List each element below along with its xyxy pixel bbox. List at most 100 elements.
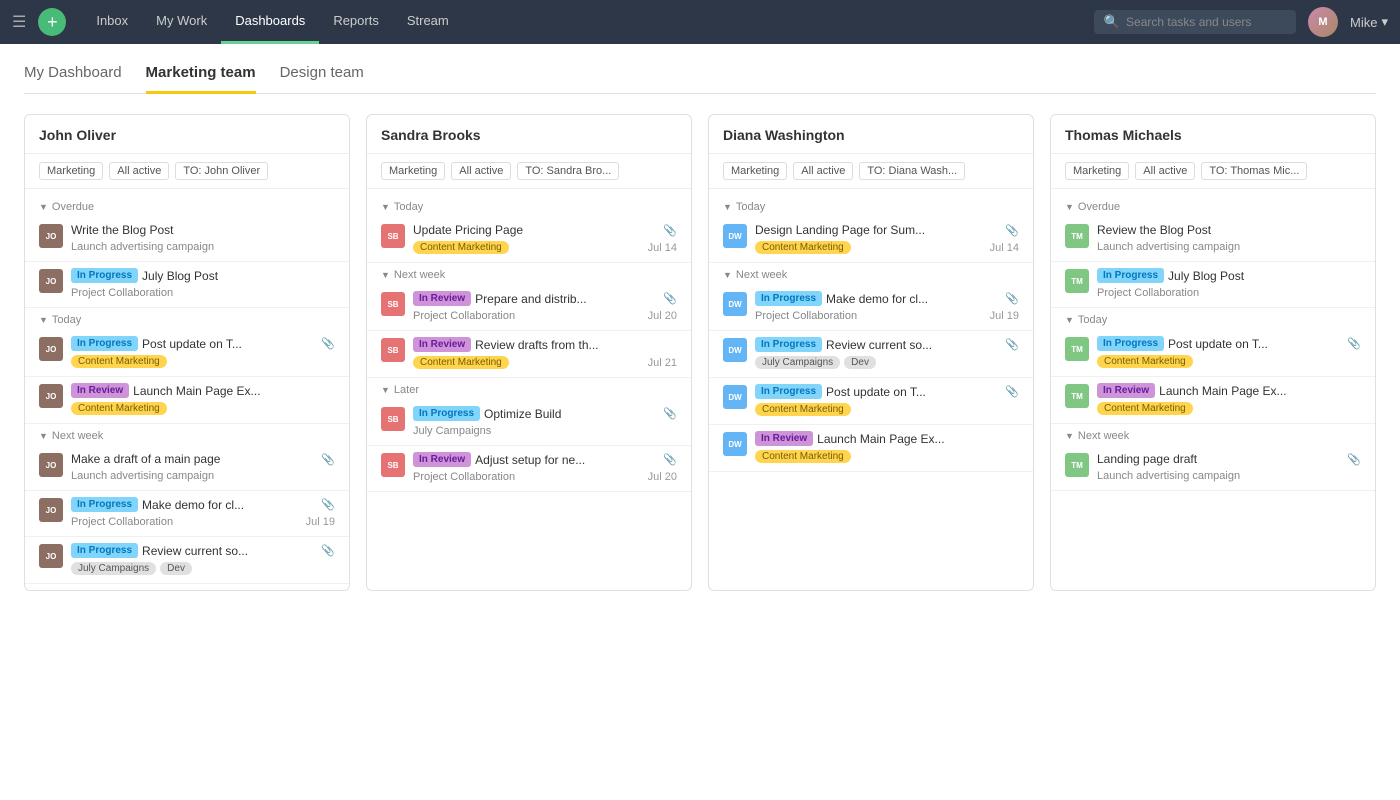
task-pin-icon[interactable]: 📎 [1005, 224, 1019, 237]
task-tags: July CampaignsDev [71, 562, 335, 575]
task-pin-icon[interactable]: 📎 [663, 292, 677, 305]
task-tags: Content Marketing [1097, 402, 1361, 415]
task-item[interactable]: SBIn ProgressOptimize Build📎July Campaig… [367, 400, 691, 446]
section-label[interactable]: ▼ Today [367, 195, 691, 217]
col-filter-tag[interactable]: TO: Diana Wash... [859, 162, 965, 180]
task-pin-icon[interactable]: 📎 [663, 224, 677, 237]
task-content: In ReviewLaunch Main Page Ex...Content M… [71, 383, 335, 415]
col-filter-tag[interactable]: All active [1135, 162, 1195, 180]
task-pin-icon[interactable]: 📎 [1347, 453, 1361, 466]
task-item[interactable]: JOWrite the Blog PostLaunch advertising … [25, 217, 349, 262]
task-badge: In Progress [413, 406, 480, 421]
task-item[interactable]: DWDesign Landing Page for Sum...📎Content… [709, 217, 1033, 263]
col-body-sandra: ▼ TodaySBUpdate Pricing Page📎Content Mar… [367, 189, 691, 498]
section-label[interactable]: ▼ Today [25, 308, 349, 330]
col-filter-tag[interactable]: Marketing [381, 162, 445, 180]
hamburger-icon[interactable]: ☰ [12, 12, 26, 32]
task-avatar: SB [381, 338, 405, 362]
task-pin-icon[interactable]: 📎 [321, 453, 335, 466]
col-filter-tag[interactable]: Marketing [723, 162, 787, 180]
task-tags: Launch advertising campaign [1097, 470, 1361, 482]
avatar[interactable]: M [1308, 7, 1338, 37]
col-filter-tag[interactable]: TO: John Oliver [175, 162, 268, 180]
task-subtag: Project Collaboration [1097, 287, 1199, 299]
task-pin-icon[interactable]: 📎 [321, 498, 335, 511]
section-label[interactable]: ▼ Overdue [25, 195, 349, 217]
nav-dashboards[interactable]: Dashboards [221, 0, 319, 44]
task-content: In ProgressMake demo for cl...📎Project C… [71, 497, 335, 528]
col-filters-thomas: Marketing All active TO: Thomas Mic... [1051, 154, 1375, 189]
section-label[interactable]: ▼ Next week [25, 424, 349, 446]
task-badge: In Progress [1097, 268, 1164, 283]
task-avatar: DW [723, 385, 747, 409]
task-content: In ProgressJuly Blog PostProject Collabo… [71, 268, 335, 299]
task-pin-icon[interactable]: 📎 [1005, 338, 1019, 351]
task-item[interactable]: DWIn ProgressMake demo for cl...📎Project… [709, 285, 1033, 331]
task-title: Launch Main Page Ex... [133, 384, 260, 398]
tab-marketing-team[interactable]: Marketing team [146, 64, 256, 94]
task-avatar: SB [381, 292, 405, 316]
task-pin-icon[interactable]: 📎 [1347, 337, 1361, 350]
task-item[interactable]: TMIn ReviewLaunch Main Page Ex...Content… [1051, 377, 1375, 424]
task-avatar: JO [39, 498, 63, 522]
col-filter-tag[interactable]: TO: Sandra Bro... [517, 162, 619, 180]
task-item[interactable]: DWIn ReviewLaunch Main Page Ex...Content… [709, 425, 1033, 472]
col-filter-tag[interactable]: All active [793, 162, 853, 180]
task-title: Launch Main Page Ex... [817, 432, 944, 446]
tab-my-dashboard[interactable]: My Dashboard [24, 64, 122, 94]
section-label[interactable]: ▼ Today [1051, 308, 1375, 330]
section-label[interactable]: ▼ Overdue [1051, 195, 1375, 217]
col-filter-tag[interactable]: All active [451, 162, 511, 180]
task-item[interactable]: JOIn ProgressPost update on T...📎Content… [25, 330, 349, 377]
col-filter-tag[interactable]: Marketing [1065, 162, 1129, 180]
task-badge: In Review [413, 291, 471, 306]
col-filter-tag[interactable]: All active [109, 162, 169, 180]
task-item[interactable]: DWIn ProgressReview current so...📎July C… [709, 331, 1033, 378]
task-item[interactable]: SBIn ReviewAdjust setup for ne...📎Projec… [367, 446, 691, 492]
task-subtag: Project Collaboration [755, 310, 857, 322]
task-item[interactable]: TMIn ProgressJuly Blog PostProject Colla… [1051, 262, 1375, 308]
nav-mywork[interactable]: My Work [142, 0, 221, 44]
task-item[interactable]: TMIn ProgressPost update on T...📎Content… [1051, 330, 1375, 377]
tab-design-team[interactable]: Design team [280, 64, 364, 94]
task-avatar: SB [381, 407, 405, 431]
task-item[interactable]: JOMake a draft of a main page📎Launch adv… [25, 446, 349, 491]
col-filter-tag[interactable]: Marketing [39, 162, 103, 180]
task-item[interactable]: TMReview the Blog PostLaunch advertising… [1051, 217, 1375, 262]
nav-inbox[interactable]: Inbox [82, 0, 142, 44]
user-menu[interactable]: Mike ▾ [1350, 14, 1388, 30]
task-item[interactable]: JO In ProgressMake demo for cl...📎Project… [25, 491, 349, 537]
task-item[interactable]: JOIn ReviewLaunch Main Page Ex...Content… [25, 377, 349, 424]
task-title: Make a draft of a main page [71, 452, 220, 466]
task-avatar: JO [39, 453, 63, 477]
section-label[interactable]: ▼ Later [367, 378, 691, 400]
search-icon: 🔍 [1104, 14, 1120, 30]
col-filter-tag[interactable]: TO: Thomas Mic... [1201, 162, 1307, 180]
nav-stream[interactable]: Stream [393, 0, 463, 44]
task-pin-icon[interactable]: 📎 [1005, 385, 1019, 398]
search-input[interactable] [1126, 15, 1286, 29]
task-item[interactable]: SBUpdate Pricing Page📎Content MarketingJ… [367, 217, 691, 263]
task-item[interactable]: SBIn ReviewPrepare and distrib...📎Projec… [367, 285, 691, 331]
task-pin-icon[interactable]: 📎 [663, 407, 677, 420]
section-label[interactable]: ▼ Next week [367, 263, 691, 285]
section-label[interactable]: ▼ Next week [1051, 424, 1375, 446]
task-badge: In Review [71, 383, 129, 398]
task-item[interactable]: DWIn ProgressPost update on T...📎Content… [709, 378, 1033, 425]
task-pin-icon[interactable]: 📎 [663, 453, 677, 466]
task-pin-icon[interactable]: 📎 [321, 337, 335, 350]
task-item[interactable]: TMLanding page draft📎Launch advertising … [1051, 446, 1375, 491]
section-label[interactable]: ▼ Today [709, 195, 1033, 217]
task-item[interactable]: SBIn ReviewReview drafts from th...Conte… [367, 331, 691, 378]
search-box[interactable]: 🔍 [1094, 10, 1296, 34]
task-avatar: JO [39, 384, 63, 408]
task-pin-icon[interactable]: 📎 [321, 544, 335, 557]
task-pin-icon[interactable]: 📎 [1005, 292, 1019, 305]
chevron-icon: ▼ [381, 202, 390, 212]
task-item[interactable]: JOIn ProgressReview current so...📎July C… [25, 537, 349, 584]
section-label[interactable]: ▼ Next week [709, 263, 1033, 285]
add-button[interactable]: + [38, 8, 66, 36]
task-title: Review drafts from th... [475, 338, 598, 352]
task-item[interactable]: JOIn ProgressJuly Blog PostProject Colla… [25, 262, 349, 308]
nav-reports[interactable]: Reports [319, 0, 393, 44]
